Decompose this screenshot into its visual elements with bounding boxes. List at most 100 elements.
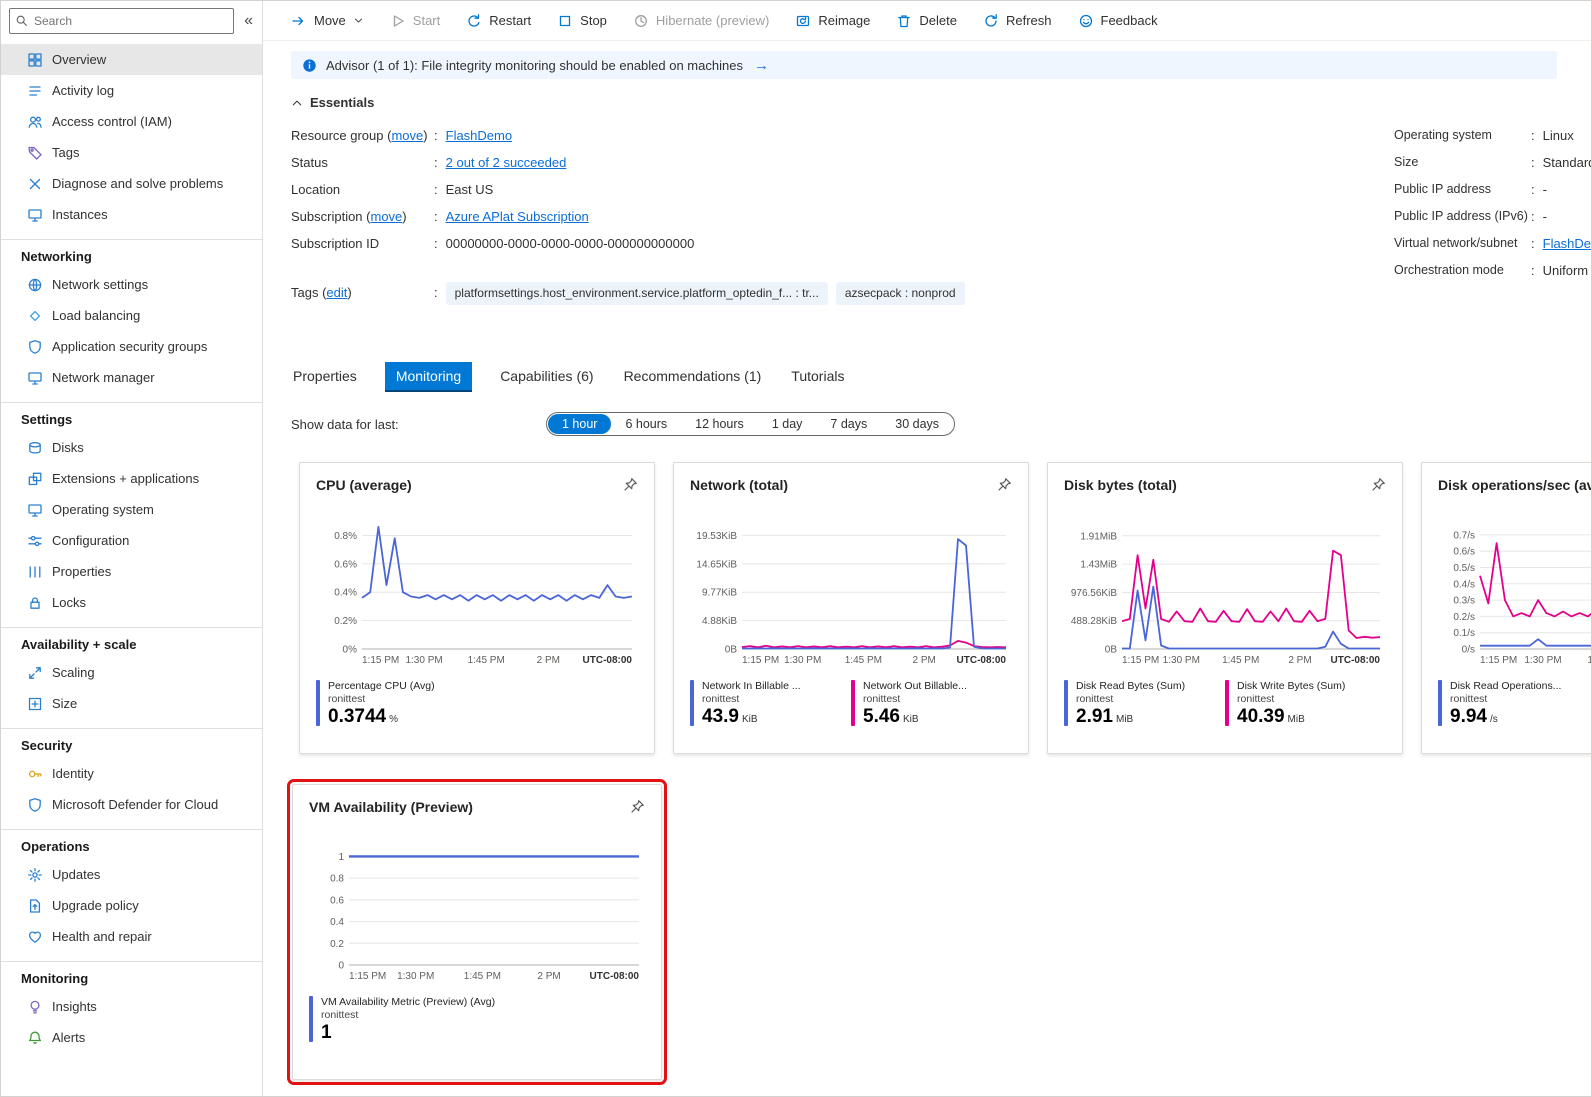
chart-plot: 10.80.60.40.201:15 PM1:30 PM1:45 PM2 PMU… bbox=[309, 829, 645, 986]
essentials-value: Linux bbox=[1543, 128, 1574, 143]
legend-unit: KiB bbox=[742, 714, 758, 725]
svg-text:UTC-08:00: UTC-08:00 bbox=[590, 971, 640, 982]
essentials-value-link[interactable]: FlashDemo bbox=[446, 128, 512, 143]
toolbar-delete-button[interactable]: Delete bbox=[896, 13, 957, 29]
time-option-1-hour[interactable]: 1 hour bbox=[548, 414, 611, 434]
tab-capabilities-6[interactable]: Capabilities (6) bbox=[498, 362, 595, 392]
legend-unit: % bbox=[389, 714, 398, 725]
svg-text:1:15 PM: 1:15 PM bbox=[1480, 655, 1517, 666]
sidebar-item-configuration[interactable]: Configuration bbox=[1, 525, 262, 556]
chart-legend[interactable]: Percentage CPU (Avg)ronittest0.3744% bbox=[316, 680, 638, 728]
essentials-value-link[interactable]: 2 out of 2 succeeded bbox=[446, 155, 567, 170]
sidebar-item-load-balancing[interactable]: Load balancing bbox=[1, 300, 262, 331]
toolbar-hibernate-preview-button[interactable]: Hibernate (preview) bbox=[633, 13, 769, 29]
chart-legend[interactable]: Disk Read Operations...ronittest9.94/s bbox=[1438, 680, 1591, 728]
chart-legend[interactable]: Network In Billable ...ronittest43.9KiB bbox=[690, 680, 851, 728]
sidebar-item-operating-system[interactable]: Operating system bbox=[1, 494, 262, 525]
chart-legend[interactable]: VM Availability Metric (Preview) (Avg)ro… bbox=[309, 996, 645, 1044]
essentials-label-link-edit[interactable]: edit bbox=[326, 285, 347, 300]
legend-value: 43.9KiB bbox=[702, 706, 801, 728]
arrow-right-icon[interactable]: → bbox=[754, 58, 769, 73]
time-option-6-hours[interactable]: 6 hours bbox=[611, 414, 681, 434]
toolbar-start-button[interactable]: Start bbox=[390, 13, 440, 29]
bell-icon bbox=[27, 1030, 43, 1046]
sidebar-item-alerts[interactable]: Alerts bbox=[1, 1022, 262, 1053]
sidebar-item-scaling[interactable]: Scaling bbox=[1, 657, 262, 688]
sidebar-item-instances[interactable]: Instances bbox=[1, 199, 262, 230]
svg-text:0: 0 bbox=[338, 961, 344, 972]
sidebar-collapse-button[interactable]: « bbox=[239, 13, 258, 29]
essentials-row-public-ip-address: Public IP address:- bbox=[1394, 176, 1591, 203]
sidebar-item-locks[interactable]: Locks bbox=[1, 587, 262, 618]
sidebar-item-activity-log[interactable]: Activity log bbox=[1, 75, 262, 106]
tab-recommendations-1[interactable]: Recommendations (1) bbox=[622, 362, 764, 392]
tab-properties[interactable]: Properties bbox=[291, 362, 359, 392]
sidebar-section-security: Security bbox=[1, 728, 262, 758]
pin-icon[interactable] bbox=[623, 477, 638, 492]
essentials-value: Uniform bbox=[1543, 263, 1589, 278]
sidebar-item-upgrade-policy[interactable]: Upgrade policy bbox=[1, 890, 262, 921]
chart-legend[interactable]: Disk Write Bytes (Sum)ronittest40.39MiB bbox=[1225, 680, 1386, 728]
sidebar-item-identity[interactable]: Identity bbox=[1, 758, 262, 789]
chart-canvas: 19.53KiB14.65KiB9.77KiB4.88KiB0B1:15 PM1… bbox=[690, 507, 1012, 667]
chart-plot: 0.8%0.6%0.4%0.2%0%1:15 PM1:30 PM1:45 PM2… bbox=[316, 507, 638, 670]
sidebar-item-network-manager[interactable]: Network manager bbox=[1, 362, 262, 393]
toolbar-refresh-button[interactable]: Refresh bbox=[983, 13, 1052, 29]
toolbar-move-button[interactable]: Move bbox=[291, 13, 364, 29]
sidebar-item-size[interactable]: Size bbox=[1, 688, 262, 719]
chart-legend[interactable]: Network Out Billable...ronittest5.46KiB bbox=[851, 680, 1012, 728]
essentials-value-link[interactable]: FlashDemo-vnet bbox=[1543, 236, 1591, 251]
sidebar-item-network-settings[interactable]: Network settings bbox=[1, 269, 262, 300]
time-option-7-days[interactable]: 7 days bbox=[816, 414, 881, 434]
legend-resource-name: ronittest bbox=[1237, 693, 1345, 705]
sidebar-item-application-security-groups[interactable]: Application security groups bbox=[1, 331, 262, 362]
legend-resource-name: ronittest bbox=[1450, 693, 1561, 705]
sidebar-item-overview[interactable]: Overview bbox=[1, 44, 262, 75]
advisor-banner[interactable]: Advisor (1 of 1): File integrity monitor… bbox=[291, 51, 1557, 79]
sidebar-item-properties[interactable]: Properties bbox=[1, 556, 262, 587]
essentials-label-link-move[interactable]: move bbox=[391, 128, 423, 143]
toolbar-stop-button[interactable]: Stop bbox=[557, 13, 607, 29]
pin-icon[interactable] bbox=[630, 799, 645, 814]
time-range-control: 1 hour6 hours12 hours1 day7 days30 days bbox=[546, 412, 955, 436]
essentials-label-link-move[interactable]: move bbox=[370, 209, 402, 224]
toolbar-feedback-button[interactable]: Feedback bbox=[1078, 13, 1158, 29]
pin-icon[interactable] bbox=[1371, 477, 1386, 492]
sidebar-item-updates[interactable]: Updates bbox=[1, 859, 262, 890]
essentials-label: Operating system bbox=[1394, 122, 1531, 149]
sidebar-item-microsoft-defender-for-cloud[interactable]: Microsoft Defender for Cloud bbox=[1, 789, 262, 820]
chart-card-disk-bytes-total: Disk bytes (total)1.91MiB1.43MiB976.56Ki… bbox=[1047, 462, 1403, 754]
toolbar-restart-button[interactable]: Restart bbox=[466, 13, 531, 29]
tab-tutorials[interactable]: Tutorials bbox=[789, 362, 846, 392]
legend-value: 40.39MiB bbox=[1237, 706, 1345, 728]
chart-legend[interactable]: Disk Read Bytes (Sum)ronittest2.91MiB bbox=[1064, 680, 1225, 728]
tag-icon bbox=[27, 145, 43, 161]
sidebar-item-extensions-applications[interactable]: Extensions + applications bbox=[1, 463, 262, 494]
svg-text:1:15 PM: 1:15 PM bbox=[349, 971, 386, 982]
resource-menu-sidebar: « OverviewActivity logAccess control (IA… bbox=[1, 1, 263, 1096]
toolbar-reimage-button[interactable]: Reimage bbox=[795, 13, 870, 29]
sidebar-item-tags[interactable]: Tags bbox=[1, 137, 262, 168]
start-icon bbox=[390, 13, 406, 29]
essentials-colon: : bbox=[434, 279, 438, 306]
sidebar-item-health-and-repair[interactable]: Health and repair bbox=[1, 921, 262, 952]
essentials-value-link[interactable]: Azure APlat Subscription bbox=[446, 209, 589, 224]
chart-title: Disk operations/sec (average) bbox=[1438, 477, 1591, 493]
time-option-1-day[interactable]: 1 day bbox=[758, 414, 817, 434]
sidebar-item-diagnose-and-solve-problems[interactable]: Diagnose and solve problems bbox=[1, 168, 262, 199]
time-option-12-hours[interactable]: 12 hours bbox=[681, 414, 758, 434]
pin-icon[interactable] bbox=[997, 477, 1012, 492]
time-option-30-days[interactable]: 30 days bbox=[881, 414, 953, 434]
sidebar-item-label: Locks bbox=[52, 595, 86, 610]
shield-icon bbox=[27, 339, 43, 355]
sidebar-item-disks[interactable]: Disks bbox=[1, 432, 262, 463]
svg-text:0.1/s: 0.1/s bbox=[1453, 628, 1475, 639]
tab-monitoring[interactable]: Monitoring bbox=[385, 362, 472, 392]
sidebar-item-access-control-iam[interactable]: Access control (IAM) bbox=[1, 106, 262, 137]
sidebar-search-input[interactable] bbox=[9, 8, 234, 34]
essentials-collapse-header[interactable]: Essentials bbox=[291, 95, 374, 110]
sidebar-item-label: Tags bbox=[52, 145, 79, 160]
sidebar-item-insights[interactable]: Insights bbox=[1, 991, 262, 1022]
legend-color-bar bbox=[1438, 680, 1442, 726]
overview-icon bbox=[27, 52, 43, 68]
